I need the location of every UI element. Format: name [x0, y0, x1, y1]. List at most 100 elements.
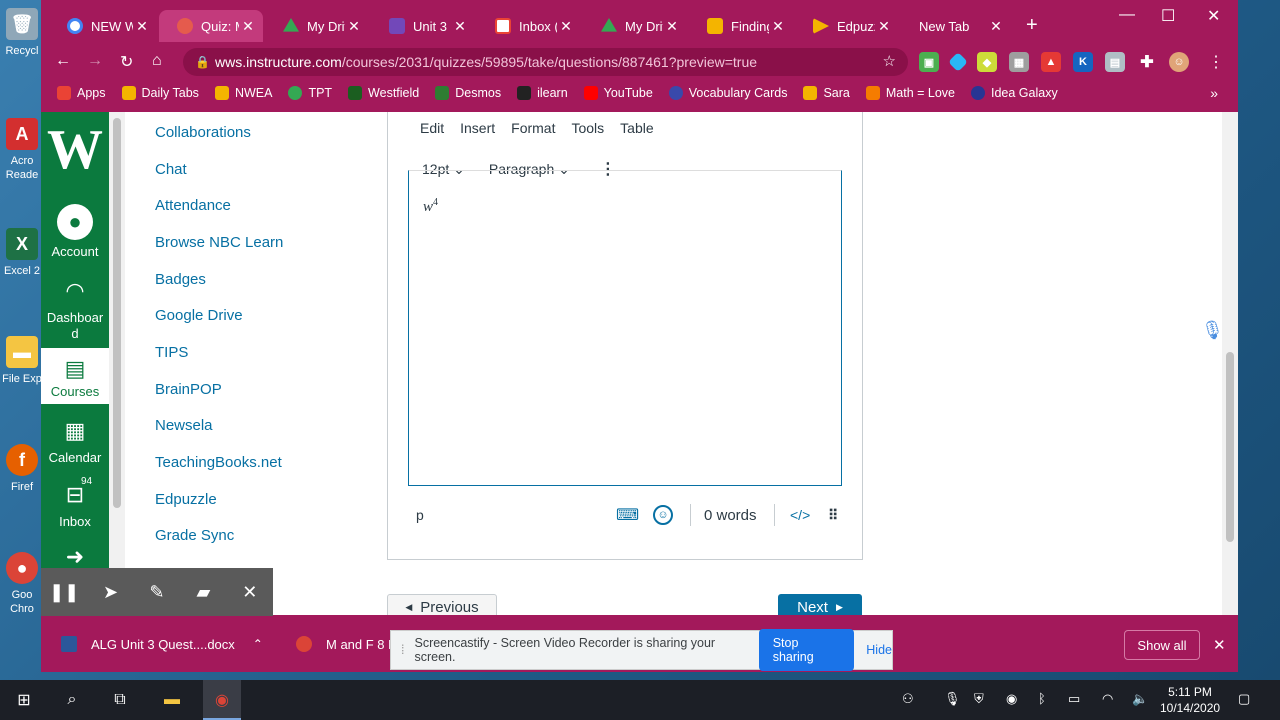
forward-arrow-icon[interactable]: → — [87, 52, 103, 70]
accessibility-icon[interactable]: ☺ — [653, 505, 673, 525]
course-nav-link[interactable]: Edpuzzle — [155, 491, 217, 508]
bookmark-sara[interactable]: Sara — [803, 86, 850, 100]
word-count[interactable]: 0 words — [704, 507, 757, 524]
new-tab-plus-icon[interactable]: + — [1026, 14, 1038, 37]
bookmark-desmos[interactable]: Desmos — [435, 86, 501, 100]
shield-icon[interactable]: ⛨ — [974, 691, 984, 707]
next-button[interactable]: Next ▶ — [778, 594, 862, 615]
bookmark-tpt[interactable]: TPT — [288, 86, 332, 100]
windows-start-icon[interactable]: ⊞ — [12, 688, 36, 712]
file-explorer-icon[interactable]: ▬ — [160, 688, 184, 712]
keyboard-shortcuts-icon[interactable]: ⌨ — [616, 505, 639, 525]
recycle-bin-icon[interactable]: 🗑 Recycl — [0, 8, 44, 58]
google-chrome-icon[interactable]: ● Goo Chro — [0, 552, 44, 616]
bookmarks-overflow-icon[interactable]: » — [1210, 85, 1218, 101]
tab-new-w[interactable]: NEW W ✕ — [49, 10, 157, 42]
html-editor-toggle[interactable]: </> — [790, 507, 810, 523]
reload-icon[interactable]: ↻ — [120, 52, 133, 72]
course-nav-link[interactable]: Browse NBC Learn — [155, 234, 283, 251]
close-icon[interactable]: ✕ — [345, 18, 363, 35]
chrome-icon[interactable]: ◉ — [210, 688, 234, 712]
search-icon[interactable]: ⌕ — [60, 688, 84, 712]
course-nav-link[interactable]: TeachingBooks.net — [155, 454, 282, 471]
editor-content-area[interactable]: w4 — [408, 170, 842, 486]
download-item[interactable]: ALG Unit 3 Quest....docx ⌃ — [61, 636, 263, 652]
mic-tray-icon[interactable]: 🎙 — [944, 691, 961, 707]
course-nav-link[interactable]: Newsela — [155, 417, 213, 434]
element-path[interactable]: p — [416, 507, 424, 523]
diamond-extension-icon[interactable] — [948, 52, 968, 72]
global-nav-calendar[interactable]: ▦ Calendar — [41, 416, 109, 466]
screencastify-extension-icon[interactable]: ▣ — [919, 52, 939, 72]
page-extension-icon[interactable]: ▤ — [1105, 52, 1125, 72]
tab-quiz[interactable]: Quiz: M ✕ — [159, 10, 263, 42]
course-nav-link[interactable]: BrainPOP — [155, 381, 222, 398]
cat-extension-icon[interactable]: ◆ — [977, 52, 997, 72]
menu-edit[interactable]: Edit — [420, 120, 444, 144]
home-icon[interactable]: ⌂ — [152, 52, 162, 70]
maximize-icon[interactable]: ☐ — [1161, 6, 1175, 26]
bookmark-apps[interactable]: Apps — [57, 86, 106, 100]
tab-new-tab[interactable]: New Tab ✕ — [901, 10, 1011, 42]
wifi-icon[interactable]: ◠ — [1102, 691, 1113, 707]
tab-my-drive-1[interactable]: My Driv ✕ — [265, 10, 369, 42]
grey-extension-icon[interactable]: ▦ — [1009, 52, 1029, 72]
firefox-icon[interactable]: f Firef — [0, 444, 44, 494]
menu-table[interactable]: Table — [620, 120, 653, 144]
bluetooth-icon[interactable]: ᛒ — [1038, 691, 1046, 706]
close-icon[interactable]: ✕ — [239, 18, 257, 35]
window-close-icon[interactable]: ✕ — [1207, 6, 1220, 26]
tab-edpuzzle[interactable]: Edpuzzl ✕ — [795, 10, 899, 42]
bookmark-daily-tabs[interactable]: Daily Tabs — [121, 86, 199, 100]
microphone-icon[interactable]: 🎙 — [1201, 320, 1224, 344]
close-icon[interactable]: ✕ — [133, 18, 151, 35]
volume-icon[interactable]: 🔈 — [1132, 691, 1148, 707]
tab-unit-3[interactable]: Unit 3 C ✕ — [371, 10, 475, 42]
course-nav-link[interactable]: Collaborations — [155, 124, 251, 141]
course-nav-link[interactable]: Attendance — [155, 197, 231, 214]
bookmark-idea-galaxy[interactable]: Idea Galaxy — [971, 86, 1058, 100]
address-bar[interactable]: 🔒 wws.instructure.com/courses/2031/quizz… — [183, 48, 908, 76]
chrome-tray-icon[interactable]: ◉ — [1006, 691, 1017, 707]
resize-grip-icon[interactable]: ⠿ — [828, 507, 838, 524]
avatar[interactable]: ☺ — [1169, 52, 1189, 72]
scrollbar-thumb[interactable] — [113, 118, 121, 508]
global-nav-courses[interactable]: ▤ Courses — [41, 348, 109, 404]
menu-tools[interactable]: Tools — [571, 120, 604, 144]
drag-handle-icon[interactable]: ⁞ — [401, 643, 404, 657]
eraser-icon[interactable]: ▰ — [185, 574, 221, 610]
course-nav-link[interactable]: Google Drive — [155, 307, 243, 324]
bookmark-vocabulary-cards[interactable]: Vocabulary Cards — [668, 86, 787, 100]
previous-button[interactable]: ◀ Previous — [387, 594, 497, 615]
bookmark-westfield[interactable]: Westfield — [348, 86, 419, 100]
tab-finding[interactable]: Finding ✕ — [689, 10, 793, 42]
close-icon[interactable]: ✕ — [875, 18, 893, 35]
global-nav-dashboard[interactable]: ◠ Dashboard — [41, 276, 109, 342]
close-icon[interactable]: ✕ — [769, 18, 787, 35]
chevron-up-icon[interactable]: ⌃ — [253, 637, 263, 651]
course-nav-link[interactable]: Chat — [155, 161, 187, 178]
global-nav-inbox[interactable]: ⊟ 94 Inbox — [41, 476, 109, 530]
hide-button[interactable]: Hide — [866, 643, 892, 657]
star-icon[interactable]: ☆ — [883, 52, 896, 70]
show-all-button[interactable]: Show all — [1124, 630, 1200, 660]
bookmark-ilearn[interactable]: ilearn — [517, 86, 568, 100]
course-nav-link[interactable]: Grade Sync — [155, 527, 234, 544]
close-icon[interactable]: ✕ — [1213, 636, 1226, 654]
pause-icon[interactable]: ❚❚ — [46, 574, 82, 610]
excel-icon[interactable]: X Excel 2 — [0, 228, 44, 278]
scrollbar-thumb[interactable] — [1226, 352, 1234, 542]
system-clock[interactable]: 5:11 PM 10/14/2020 — [1160, 684, 1220, 716]
school-logo[interactable]: W — [41, 112, 109, 188]
close-icon[interactable]: ✕ — [232, 574, 268, 610]
bookmark-youtube[interactable]: YouTube — [583, 86, 653, 100]
bookmark-math-love[interactable]: Math = Love — [865, 86, 955, 100]
task-view-icon[interactable]: ⧉ — [108, 688, 132, 712]
course-nav-link[interactable]: Badges — [155, 271, 206, 288]
menu-insert[interactable]: Insert — [460, 120, 495, 144]
people-icon[interactable]: ⚇ — [902, 691, 914, 707]
close-icon[interactable]: ✕ — [557, 18, 575, 35]
acrobat-reader-icon[interactable]: A Acro Reade — [0, 118, 44, 182]
notifications-icon[interactable]: ▢ — [1238, 691, 1250, 707]
kami-extension-icon[interactable]: K — [1073, 52, 1093, 72]
